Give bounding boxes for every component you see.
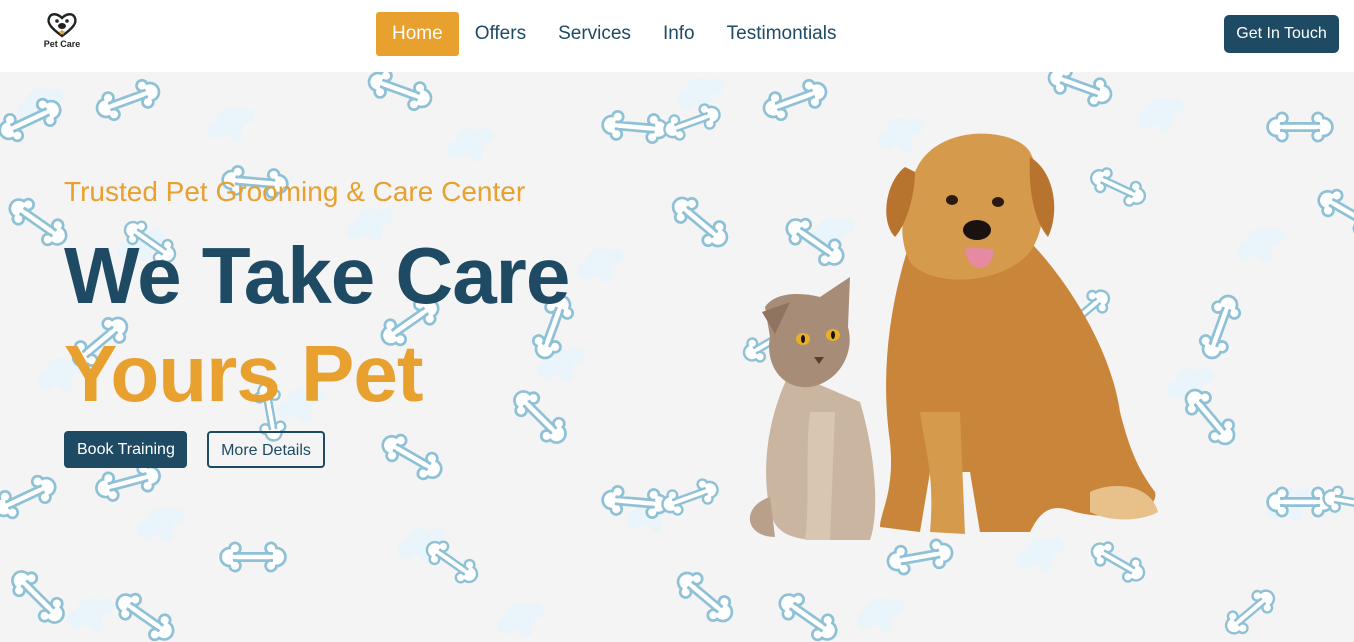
main-nav: Home Offers Services Info Testimontials	[376, 12, 852, 56]
hero-section: Trusted Pet Grooming & Care Center We Ta…	[0, 72, 1354, 642]
nav-item-testimonials[interactable]: Testimontials	[711, 12, 853, 56]
brand-logo[interactable]: Pet Care	[38, 12, 86, 56]
site-header: Pet Care Home Offers Services Info Testi…	[0, 0, 1354, 72]
brand-name: Pet Care	[43, 39, 81, 49]
dog-illustration	[880, 133, 1158, 534]
paw-heart-logo-icon	[47, 13, 77, 38]
hero-subtitle: Trusted Pet Grooming & Care Center	[64, 176, 526, 207]
hero-headline-line1: We Take Care	[64, 231, 570, 320]
get-in-touch-button[interactable]: Get In Touch	[1224, 15, 1339, 53]
hero-headline-line2: Yours Pet	[64, 329, 423, 418]
nav-item-offers[interactable]: Offers	[459, 12, 542, 56]
book-training-button[interactable]: Book Training	[64, 431, 187, 468]
nav-item-info[interactable]: Info	[647, 12, 711, 56]
nav-item-services[interactable]: Services	[542, 12, 647, 56]
cat-and-dog-image	[749, 133, 1158, 540]
nav-item-home[interactable]: Home	[376, 12, 459, 56]
cat-illustration	[749, 277, 876, 540]
more-details-button[interactable]: More Details	[207, 431, 325, 468]
